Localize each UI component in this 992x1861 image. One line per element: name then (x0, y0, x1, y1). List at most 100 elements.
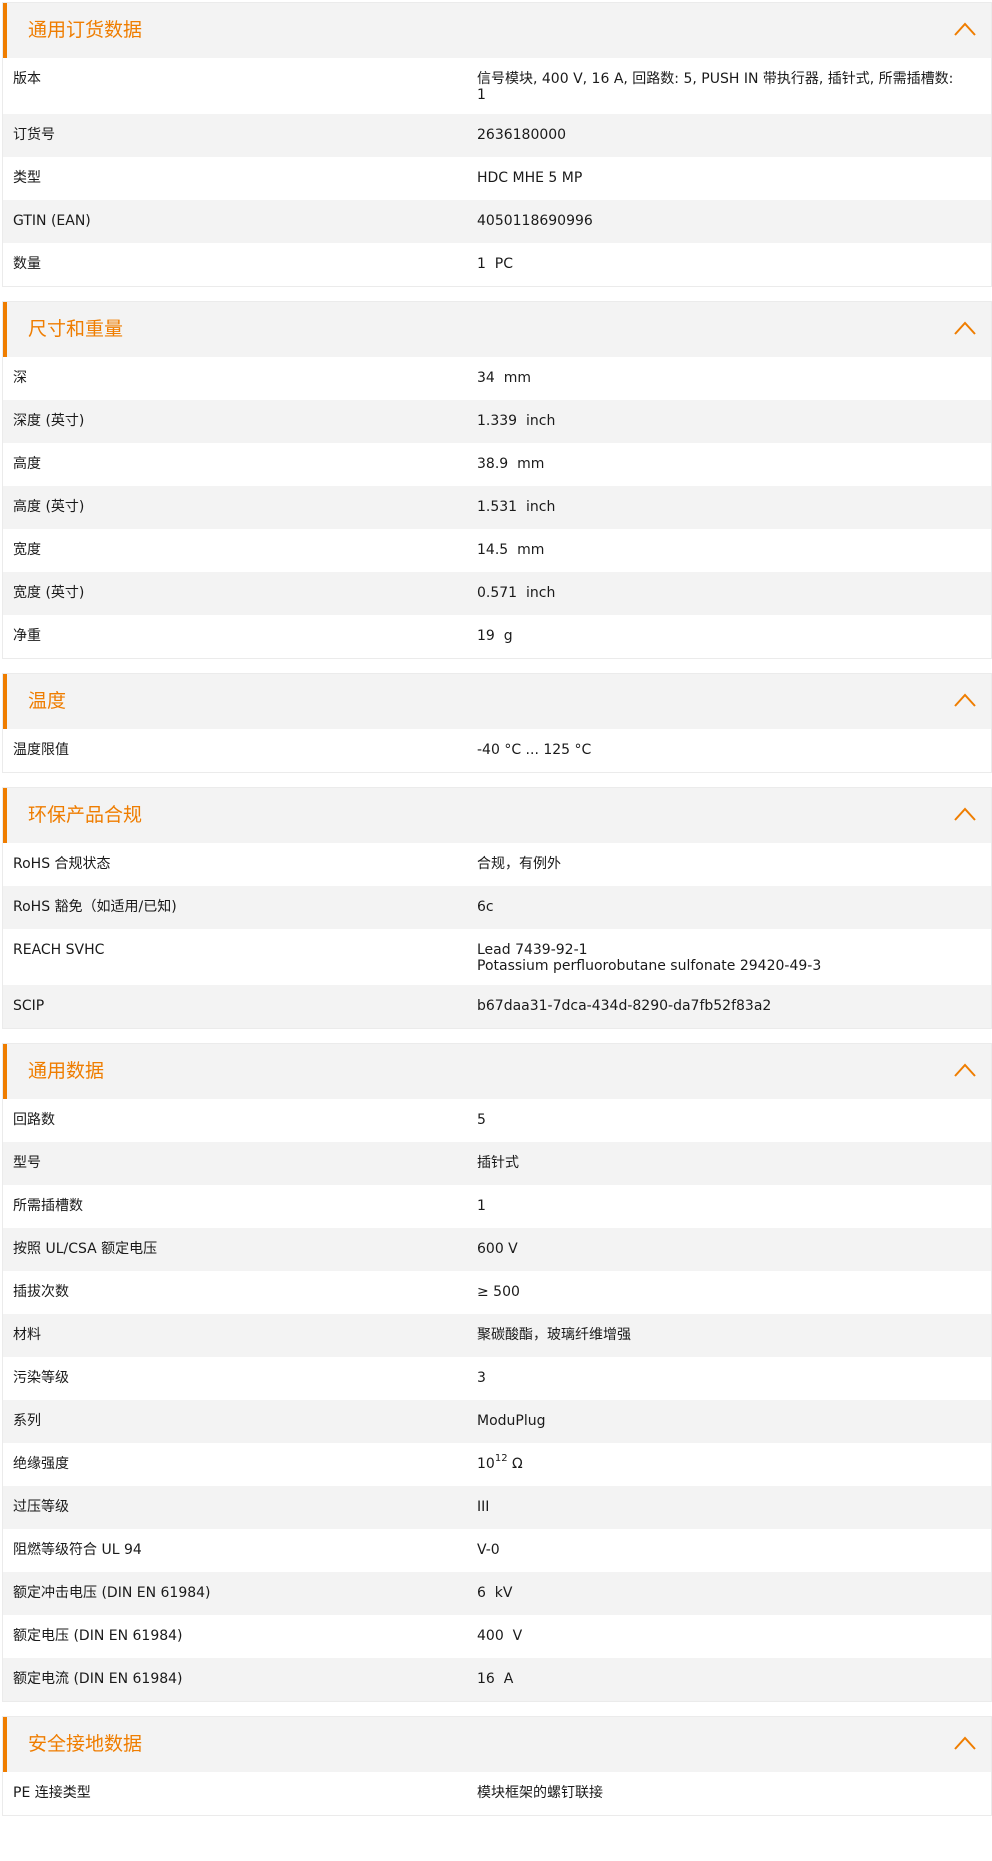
spec-row: 额定电压 (DIN EN 61984) 400 V (3, 1615, 991, 1658)
spec-value: 600 V (477, 1241, 518, 1257)
spec-section: 安全接地数据 PE 连接类型 模块框架的螺钉联接 (2, 1716, 992, 1816)
spec-value: 16 A (477, 1671, 514, 1687)
spec-label: RoHS 合规状态 (13, 856, 111, 872)
spec-row: 材料 聚碳酸酯，玻璃纤维增强 (3, 1314, 991, 1357)
spec-label: 温度限值 (13, 742, 69, 758)
spec-row: 温度限值 -40 °C ... 125 °C (3, 729, 991, 772)
spec-row: 类型 HDC MHE 5 MP (3, 157, 991, 200)
spec-label: 阻燃等级符合 UL 94 (13, 1542, 142, 1558)
spec-row: 版本 信号模块, 400 V, 16 A, 回路数: 5, PUSH IN 带执行… (3, 58, 991, 114)
chevron-up-icon[interactable] (953, 692, 977, 708)
spec-section: 环保产品合规 RoHS 合规状态 合规，有例外 RoHS 豁免（如适用/已知) 6c RE… (2, 787, 992, 1029)
spec-row: SCIP b67daa31-7dca-434d-8290-da7fb52f83a2 (3, 985, 991, 1028)
spec-row: 订货号 2636180000 (3, 114, 991, 157)
spec-value: 6 kV (477, 1585, 513, 1601)
spec-row: 额定电流 (DIN EN 61984) 16 A (3, 1658, 991, 1701)
spec-row: 宽度 (英寸) 0.571 inch (3, 572, 991, 615)
spec-row: 额定冲击电压 (DIN EN 61984) 6 kV (3, 1572, 991, 1615)
spec-row: RoHS 合规状态 合规，有例外 (3, 843, 991, 886)
spec-value-base: 10 (477, 1456, 495, 1472)
spec-section: 通用数据回路数 5 型号 插针式所需插槽数 1 按照 UL/CSA 额定电压 600 V 插拔… (2, 1043, 992, 1702)
spec-label: 净重 (13, 628, 41, 644)
spec-label: 订货号 (13, 127, 55, 143)
spec-value: 4050118690996 (477, 213, 593, 229)
spec-row: 系列 ModuPlug (3, 1400, 991, 1443)
spec-label: 宽度 (英寸) (13, 585, 85, 601)
spec-value: HDC MHE 5 MP (477, 170, 583, 186)
spec-label: PE 连接类型 (13, 1785, 91, 1801)
spec-row: 回路数 5 (3, 1099, 991, 1142)
section-header[interactable]: 安全接地数据 (3, 1717, 991, 1772)
product-spec-page: 通用订货数据版本 信号模块, 400 V, 16 A, 回路数: 5, PUSH … (0, 0, 992, 1816)
chevron-up-icon[interactable] (953, 21, 977, 37)
spec-row: 型号 插针式 (3, 1142, 991, 1185)
spec-section: 温度温度限值 -40 °C ... 125 °C (2, 673, 992, 773)
spec-label: REACH SVHC (13, 942, 105, 958)
chevron-up-icon[interactable] (953, 1735, 977, 1751)
spec-label: 型号 (13, 1155, 41, 1171)
spec-value: 38.9 mm (477, 456, 545, 472)
spec-row: PE 连接类型 模块框架的螺钉联接 (3, 1772, 991, 1815)
spec-row: 污染等级 3 (3, 1357, 991, 1400)
spec-label: 宽度 (13, 542, 41, 558)
spec-value: 插针式 (477, 1155, 519, 1171)
spec-label: GTIN (EAN) (13, 213, 91, 229)
spec-value: 模块框架的螺钉联接 (477, 1785, 603, 1801)
spec-label: 绝缘强度 (13, 1456, 69, 1472)
spec-row: 所需插槽数 1 (3, 1185, 991, 1228)
section-header[interactable]: 环保产品合规 (3, 788, 991, 843)
spec-value: b67daa31-7dca-434d-8290-da7fb52f83a2 (477, 998, 772, 1014)
section-header[interactable]: 通用数据 (3, 1044, 991, 1099)
section-title: 通用数据 (28, 1060, 105, 1082)
chevron-up-icon[interactable] (953, 1062, 977, 1078)
spec-label: 额定电流 (DIN EN 61984) (13, 1671, 183, 1687)
spec-value: 3 (477, 1370, 486, 1386)
section-header[interactable]: 尺寸和重量 (3, 302, 991, 357)
spec-label: 按照 UL/CSA 额定电压 (13, 1241, 158, 1257)
section-title: 尺寸和重量 (28, 318, 124, 340)
spec-label: RoHS 豁免（如适用/已知) (13, 899, 177, 915)
chevron-up-icon[interactable] (953, 320, 977, 336)
spec-label: 版本 (13, 71, 41, 87)
spec-label: 所需插槽数 (13, 1198, 83, 1214)
spec-value: V-0 (477, 1542, 500, 1558)
spec-label: 系列 (13, 1413, 41, 1429)
spec-value-unit: Ω (507, 1456, 523, 1472)
spec-label: 插拔次数 (13, 1284, 69, 1300)
spec-value: 34 mm (477, 370, 531, 386)
spec-row: 高度 38.9 mm (3, 443, 991, 486)
spec-value-exponent: 12 (494, 1453, 508, 1465)
spec-value: 1 (477, 1198, 486, 1214)
spec-row: 深度 (英寸) 1.339 inch (3, 400, 991, 443)
spec-label: 污染等级 (13, 1370, 69, 1386)
spec-row: 数量 1 PC (3, 243, 991, 286)
spec-value: 1.339 inch (477, 413, 556, 429)
spec-row: 宽度 14.5 mm (3, 529, 991, 572)
spec-value: 5 (477, 1112, 486, 1128)
spec-label: 额定电压 (DIN EN 61984) (13, 1628, 183, 1644)
section-header[interactable]: 温度 (3, 674, 991, 729)
spec-value: 1012 Ω (477, 1443, 991, 1486)
spec-value: 14.5 mm (477, 542, 545, 558)
spec-value: -40 °C ... 125 °C (477, 742, 592, 758)
spec-section: 尺寸和重量深 34 mm 深度 (英寸) 1.339 inch 高度 38.9 mm 高度 … (2, 301, 992, 659)
spec-label: 数量 (13, 256, 41, 272)
spec-label: 过压等级 (13, 1499, 69, 1515)
spec-row: 高度 (英寸) 1.531 inch (3, 486, 991, 529)
spec-label: 深度 (英寸) (13, 413, 85, 429)
spec-label: 额定冲击电压 (DIN EN 61984) (13, 1585, 211, 1601)
spec-section: 通用订货数据版本 信号模块, 400 V, 16 A, 回路数: 5, PUSH … (2, 2, 992, 287)
spec-value: 0.571 inch (477, 585, 556, 601)
section-title: 通用订货数据 (28, 19, 143, 41)
spec-value: ≥ 500 (477, 1284, 520, 1300)
spec-label: SCIP (13, 998, 45, 1014)
spec-row: 深 34 mm (3, 357, 991, 400)
chevron-up-icon[interactable] (953, 806, 977, 822)
spec-label: 高度 (13, 456, 41, 472)
section-header[interactable]: 通用订货数据 (3, 3, 991, 58)
spec-label: 材料 (13, 1327, 41, 1343)
spec-value: 信号模块, 400 V, 16 A, 回路数: 5, PUSH IN 带执行器,… (477, 71, 954, 103)
section-title: 温度 (28, 690, 67, 712)
spec-row: 过压等级 III (3, 1486, 991, 1529)
spec-value: III (477, 1499, 490, 1515)
